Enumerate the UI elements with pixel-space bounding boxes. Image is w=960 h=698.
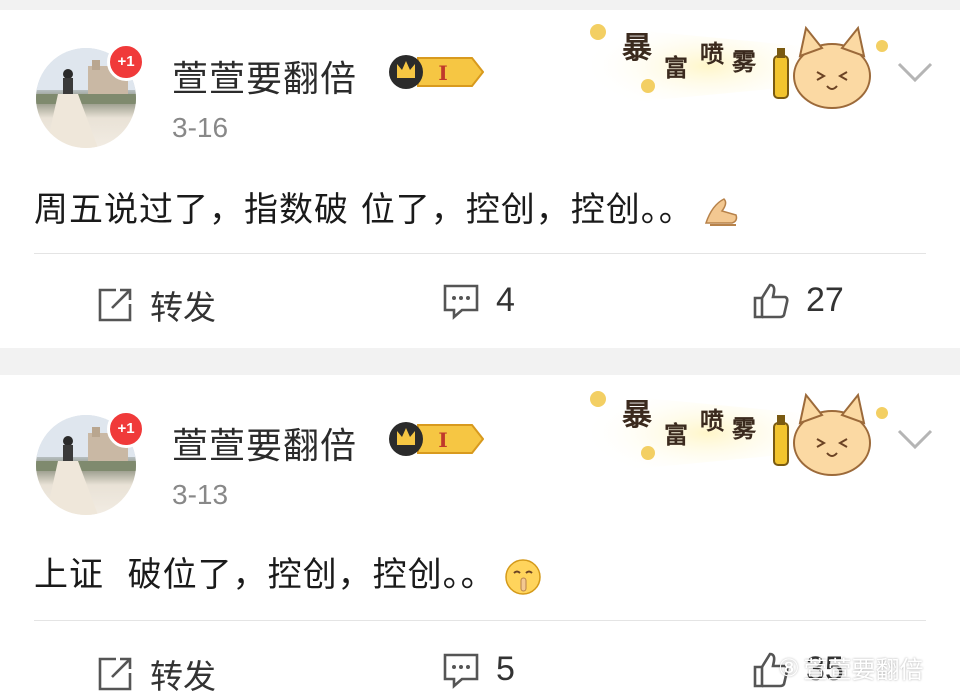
repost-button[interactable]: 转发 [96, 281, 216, 329]
pray-hands-emoji-icon [704, 197, 738, 226]
svg-text:喷: 喷 [700, 406, 724, 435]
post-text: 上证 破位了，控创，控创。。 [34, 555, 496, 595]
card-decoration-banner: 暴 富 喷 雾 [590, 24, 888, 109]
repost-icon [98, 657, 132, 691]
comment-icon [443, 653, 479, 689]
divider [34, 620, 926, 621]
svg-text:暴: 暴 [622, 398, 653, 433]
watermark-text: 萱萱要翻倍 [803, 656, 924, 684]
chevron-down-icon[interactable] [893, 58, 937, 86]
post-content: 上证 破位了，控创，控创。。 [34, 547, 542, 596]
username[interactable]: 萱萱要翻倍 [172, 50, 357, 102]
svg-text:I: I [438, 61, 447, 85]
card-decoration-banner: 暴 富 喷 雾 [590, 391, 888, 476]
shush-face-emoji-icon [504, 558, 541, 595]
svg-text:暴: 暴 [622, 31, 653, 66]
svg-text:I: I [438, 428, 447, 452]
comment-icon [443, 284, 479, 320]
comment-button[interactable]: 5 [442, 650, 515, 689]
notification-badge: +1 [107, 43, 145, 81]
comment-count: 5 [496, 650, 515, 688]
repost-label: 转发 [150, 288, 216, 327]
repost-icon [98, 288, 132, 322]
svg-text:喷: 喷 [700, 39, 724, 68]
svg-text:雾: 雾 [732, 414, 757, 443]
divider [34, 253, 926, 254]
thumbs-up-icon [753, 283, 789, 318]
post-card: +1 萱萱要翻倍 I 3-13 暴 富 喷 雾 上证 破位了，控创，控创。。 转… [0, 375, 960, 696]
post-separator [0, 348, 960, 375]
comment-count: 4 [496, 281, 515, 319]
post-date: 3-13 [172, 479, 229, 510]
post-content: 周五说过了，指数破 位了，控创，控创。。 [34, 182, 740, 231]
like-button[interactable]: 27 [752, 281, 844, 320]
post-text: 周五说过了，指数破 位了，控创，控创。。 [34, 190, 694, 230]
username[interactable]: 萱萱要翻倍 [172, 417, 357, 469]
notification-badge: +1 [107, 410, 145, 448]
comment-button[interactable]: 4 [442, 281, 515, 320]
post-date: 3-16 [172, 112, 229, 143]
chevron-down-icon[interactable] [893, 425, 937, 453]
svg-text:富: 富 [664, 420, 688, 449]
watermark-logo-icon: ⑧ [778, 653, 800, 682]
like-count: 27 [806, 281, 844, 319]
svg-text:雾: 雾 [732, 47, 757, 76]
svg-text:富: 富 [664, 53, 688, 82]
post-card: +1 萱萱要翻倍 I 3-16 暴 富 喷 雾 周五说过了，指数破 位了，控创，… [0, 0, 960, 345]
vip-level-badge: I [389, 422, 484, 456]
vip-level-badge: I [389, 55, 484, 89]
watermark: ⑧ 萱萱要翻倍 [778, 650, 924, 685]
